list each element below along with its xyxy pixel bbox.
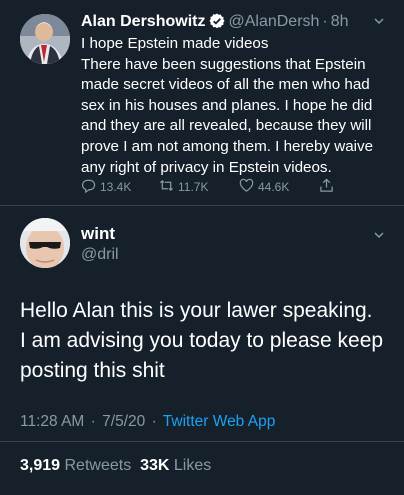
tweet-meta: 11:28 AM · 7/5/20 · Twitter Web App (20, 413, 275, 431)
avatar[interactable] (20, 14, 70, 64)
retweet-label: Retweets (64, 457, 132, 474)
tweet-text-line: I hope Epstein made videos (81, 35, 269, 52)
verified-badge-icon (209, 13, 226, 29)
separator: · (151, 413, 157, 430)
like-count: 44.6K (258, 180, 290, 194)
reply-button[interactable]: 13.4K (81, 178, 131, 196)
like-button[interactable]: 44.6K (239, 178, 289, 196)
tweet-time[interactable]: 11:28 AM (20, 413, 84, 430)
quoted-tweet-actions: 13.4K 11.7K 44.6K (81, 178, 351, 196)
share-icon (319, 178, 334, 196)
reply-count: 13.4K (100, 180, 132, 194)
divider (0, 205, 404, 206)
chevron-down-icon[interactable] (372, 14, 386, 28)
tweet-text-line: posting this shit (20, 359, 165, 382)
author-handle[interactable]: @dril (81, 246, 119, 264)
divider (0, 441, 404, 442)
tweet-text-line: I am advising you today to please keep (20, 329, 384, 352)
like-label: Likes (173, 457, 212, 474)
reply-icon (81, 178, 96, 196)
engagement-stats: 3,919 Retweets 33K Likes (20, 457, 211, 475)
tweet-date[interactable]: 7/5/20 (102, 413, 145, 430)
share-button[interactable] (319, 178, 334, 196)
tweet-text-line: made secret videos of all the men who ha… (81, 76, 370, 94)
heart-icon (239, 178, 254, 196)
likes-stat[interactable]: 33K Likes (140, 457, 211, 474)
separator: · (90, 413, 96, 430)
avatar[interactable] (20, 218, 70, 268)
tweet-text-line: any right of privacy in Epstein videos. (81, 158, 332, 176)
retweet-count: 3,919 (20, 457, 61, 474)
author-name[interactable]: wint (81, 224, 115, 244)
quoted-tweet[interactable]: Alan Dershowitz @AlanDersh · 8h I hope Epst… (0, 0, 404, 206)
source-app-link[interactable]: Twitter Web App (163, 413, 276, 430)
retweets-stat[interactable]: 3,919 Retweets (20, 457, 131, 474)
tweet-text-line: There have been suggestions that Epstein (81, 55, 366, 73)
tweet-text: Hello Alan this is your lawer speaking. … (20, 296, 395, 386)
retweet-button[interactable]: 11.7K (159, 178, 208, 196)
tweet-text-line: sex in his houses and planes. I hope he … (81, 96, 373, 114)
tweet-text-line: Hello Alan this is your lawer speaking. (20, 299, 373, 322)
quoted-tweet-text: I hope Epstein made videos There have be… (81, 34, 391, 178)
like-count: 33K (140, 457, 170, 474)
separator: · (322, 13, 328, 30)
chevron-down-icon[interactable] (372, 228, 386, 242)
tweet-text-line: and they are all revealed, because they … (81, 117, 372, 135)
author-name[interactable]: Alan Dershowitz (81, 13, 205, 30)
tweet-text-line: prove I am not among them. I hereby waiv… (81, 137, 374, 155)
retweet-icon (159, 178, 174, 196)
retweet-count: 11.7K (178, 180, 209, 194)
quoted-tweet-header: Alan Dershowitz @AlanDersh · 8h (81, 12, 349, 32)
author-handle[interactable]: @AlanDersh (228, 13, 319, 30)
tweet-time[interactable]: 8h (331, 13, 349, 30)
